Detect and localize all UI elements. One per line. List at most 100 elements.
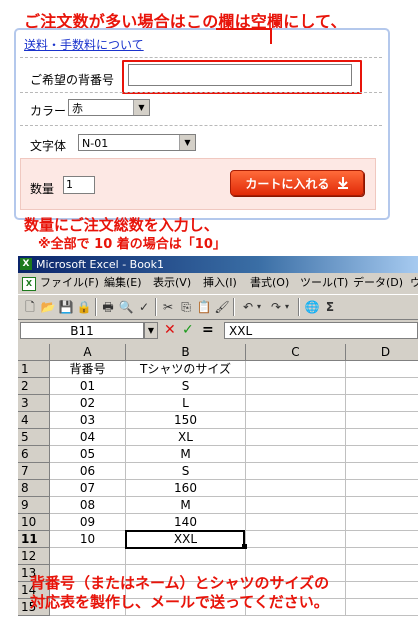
table-cell[interactable]: 01 bbox=[50, 378, 126, 395]
menu-format[interactable]: 書式(O) bbox=[250, 274, 289, 292]
table-cell[interactable] bbox=[246, 514, 346, 531]
column-header-d[interactable]: D bbox=[346, 344, 418, 361]
row-header[interactable]: 12 bbox=[18, 548, 50, 565]
table-cell[interactable]: 07 bbox=[50, 480, 126, 497]
row-header[interactable]: 3 bbox=[18, 395, 50, 412]
table-cell[interactable] bbox=[346, 463, 418, 480]
name-box[interactable]: B11 bbox=[20, 322, 144, 339]
table-cell[interactable] bbox=[246, 429, 346, 446]
chevron-down-icon[interactable]: ▼ bbox=[133, 100, 149, 115]
table-cell[interactable]: XL bbox=[126, 429, 246, 446]
table-cell[interactable]: M bbox=[126, 446, 246, 463]
table-cell[interactable] bbox=[346, 514, 418, 531]
table-cell[interactable]: S bbox=[126, 378, 246, 395]
table-cell[interactable] bbox=[346, 412, 418, 429]
row-header[interactable]: 10 bbox=[18, 514, 50, 531]
table-cell[interactable] bbox=[346, 446, 418, 463]
menu-tools[interactable]: ツール(T) bbox=[300, 274, 348, 292]
column-header-a[interactable]: A bbox=[50, 344, 126, 361]
table-cell[interactable]: 04 bbox=[50, 429, 126, 446]
table-cell[interactable]: 06 bbox=[50, 463, 126, 480]
row-header[interactable]: 4 bbox=[18, 412, 50, 429]
row-header[interactable]: 7 bbox=[18, 463, 50, 480]
table-cell[interactable] bbox=[346, 361, 418, 378]
table-cell[interactable] bbox=[346, 497, 418, 514]
table-cell[interactable]: 05 bbox=[50, 446, 126, 463]
table-cell[interactable] bbox=[346, 378, 418, 395]
table-cell[interactable] bbox=[246, 531, 346, 548]
row-header[interactable]: 6 bbox=[18, 446, 50, 463]
format-painter-icon[interactable]: 🖌 bbox=[214, 299, 230, 315]
row-header[interactable]: 9 bbox=[18, 497, 50, 514]
print-preview-icon[interactable]: 🔍 bbox=[118, 299, 134, 315]
fill-handle[interactable] bbox=[242, 544, 247, 549]
open-folder-icon[interactable]: 📂 bbox=[40, 299, 56, 315]
print-icon[interactable]: 🖶 bbox=[100, 299, 116, 315]
table-cell[interactable] bbox=[246, 463, 346, 480]
quantity-input[interactable]: 1 bbox=[63, 176, 95, 194]
table-cell[interactable]: M bbox=[126, 497, 246, 514]
color-select[interactable]: 赤 ▼ bbox=[68, 99, 150, 116]
add-to-cart-button[interactable]: カートに入れる bbox=[230, 170, 364, 196]
hyperlink-icon[interactable]: 🌐 bbox=[304, 299, 320, 315]
table-cell[interactable] bbox=[346, 480, 418, 497]
autosum-icon[interactable]: Σ bbox=[322, 299, 338, 315]
table-cell[interactable] bbox=[346, 395, 418, 412]
column-header-c[interactable]: C bbox=[246, 344, 346, 361]
select-all-corner[interactable] bbox=[18, 344, 50, 361]
menu-data[interactable]: データ(D) bbox=[353, 274, 403, 292]
table-cell[interactable] bbox=[50, 548, 126, 565]
row-header[interactable]: 11 bbox=[18, 531, 50, 548]
copy-icon[interactable]: ⎘ bbox=[178, 299, 194, 315]
table-cell[interactable] bbox=[346, 429, 418, 446]
table-cell[interactable]: 02 bbox=[50, 395, 126, 412]
menu-insert[interactable]: 挿入(I) bbox=[203, 274, 237, 292]
table-cell[interactable] bbox=[246, 378, 346, 395]
table-cell[interactable] bbox=[346, 582, 418, 599]
table-cell[interactable]: 10 bbox=[50, 531, 126, 548]
table-cell[interactable]: 160 bbox=[126, 480, 246, 497]
table-cell[interactable] bbox=[246, 548, 346, 565]
table-cell[interactable] bbox=[246, 395, 346, 412]
row-header[interactable]: 2 bbox=[18, 378, 50, 395]
equals-icon[interactable]: = bbox=[202, 322, 214, 339]
enter-icon[interactable]: ✓ bbox=[182, 322, 194, 339]
permission-icon[interactable]: 🔒 bbox=[76, 299, 92, 315]
formula-input[interactable]: XXL bbox=[224, 322, 418, 339]
table-cell[interactable] bbox=[346, 599, 418, 616]
table-cell[interactable] bbox=[126, 548, 246, 565]
cancel-icon[interactable]: ✕ bbox=[164, 322, 176, 339]
table-cell[interactable] bbox=[346, 531, 418, 548]
table-cell[interactable]: 背番号 bbox=[50, 361, 126, 378]
menu-file[interactable]: ファイル(F) bbox=[40, 274, 99, 292]
table-cell[interactable]: 03 bbox=[50, 412, 126, 429]
table-cell[interactable]: L bbox=[126, 395, 246, 412]
table-cell[interactable] bbox=[246, 412, 346, 429]
table-cell[interactable]: 140 bbox=[126, 514, 246, 531]
workbook-icon[interactable]: X bbox=[22, 277, 36, 291]
menu-edit[interactable]: 編集(E) bbox=[104, 274, 142, 292]
chevron-down-icon[interactable]: ▼ bbox=[179, 135, 195, 150]
table-cell[interactable]: 08 bbox=[50, 497, 126, 514]
spelling-icon[interactable]: ✓ bbox=[136, 299, 152, 315]
chevron-down-icon[interactable]: ▼ bbox=[144, 322, 158, 339]
table-cell[interactable] bbox=[246, 497, 346, 514]
table-cell[interactable] bbox=[246, 361, 346, 378]
table-cell[interactable] bbox=[346, 565, 418, 582]
cut-icon[interactable]: ✂ bbox=[160, 299, 176, 315]
font-select[interactable]: N-01 ▼ bbox=[78, 134, 196, 151]
table-cell[interactable]: S bbox=[126, 463, 246, 480]
table-cell[interactable]: 150 bbox=[126, 412, 246, 429]
paste-icon[interactable]: 📋 bbox=[196, 299, 212, 315]
table-cell[interactable]: 09 bbox=[50, 514, 126, 531]
row-header[interactable]: 1 bbox=[18, 361, 50, 378]
menu-window[interactable]: ウ bbox=[410, 274, 418, 292]
table-cell[interactable] bbox=[246, 446, 346, 463]
chevron-down-icon[interactable]: ▾ bbox=[254, 299, 264, 315]
column-header-b[interactable]: B bbox=[126, 344, 246, 361]
table-cell[interactable] bbox=[346, 548, 418, 565]
row-header[interactable]: 8 bbox=[18, 480, 50, 497]
table-cell[interactable] bbox=[246, 480, 346, 497]
save-icon[interactable]: 💾 bbox=[58, 299, 74, 315]
menu-view[interactable]: 表示(V) bbox=[153, 274, 191, 292]
